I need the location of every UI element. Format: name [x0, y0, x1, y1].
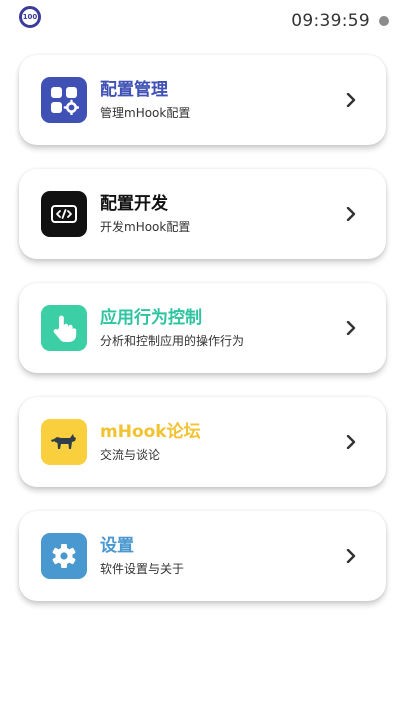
dog-icon [41, 419, 87, 465]
card-subtitle: 交流与谈论 [100, 448, 161, 462]
card-title: 应用行为控制 [100, 308, 202, 328]
hand-pointer-icon [41, 305, 87, 351]
chevron-right-icon [336, 93, 366, 107]
mhook-forum-card[interactable]: mHook论坛 交流与谈论 [19, 397, 386, 487]
settings-card[interactable]: 设置 软件设置与关于 [19, 511, 386, 601]
card-subtitle: 管理mHook配置 [100, 106, 191, 120]
battery-indicator: 100 [19, 6, 41, 28]
config-development-card[interactable]: 配置开发 开发mHook配置 [19, 169, 386, 259]
status-bar: 100 09:39:59 [0, 0, 405, 44]
card-title: mHook论坛 [100, 422, 201, 442]
card-title: 配置管理 [100, 80, 168, 100]
card-subtitle: 开发mHook配置 [100, 220, 191, 234]
card-title: 配置开发 [100, 194, 168, 214]
app-behavior-control-card[interactable]: 应用行为控制 分析和控制应用的操作行为 [19, 283, 386, 373]
battery-level: 100 [22, 13, 38, 21]
config-management-card[interactable]: 配置管理 管理mHook配置 [19, 55, 386, 145]
grid-gear-icon [41, 77, 87, 123]
code-icon [41, 191, 87, 237]
card-title: 设置 [100, 536, 134, 556]
card-subtitle: 分析和控制应用的操作行为 [100, 334, 245, 348]
chevron-right-icon [336, 549, 366, 563]
chevron-right-icon [336, 435, 366, 449]
card-subtitle: 软件设置与关于 [100, 562, 185, 576]
chevron-right-icon [336, 207, 366, 221]
gear-icon [41, 533, 87, 579]
clock: 09:39:59 [291, 11, 370, 31]
chevron-right-icon [336, 321, 366, 335]
status-dot-icon [379, 16, 389, 26]
